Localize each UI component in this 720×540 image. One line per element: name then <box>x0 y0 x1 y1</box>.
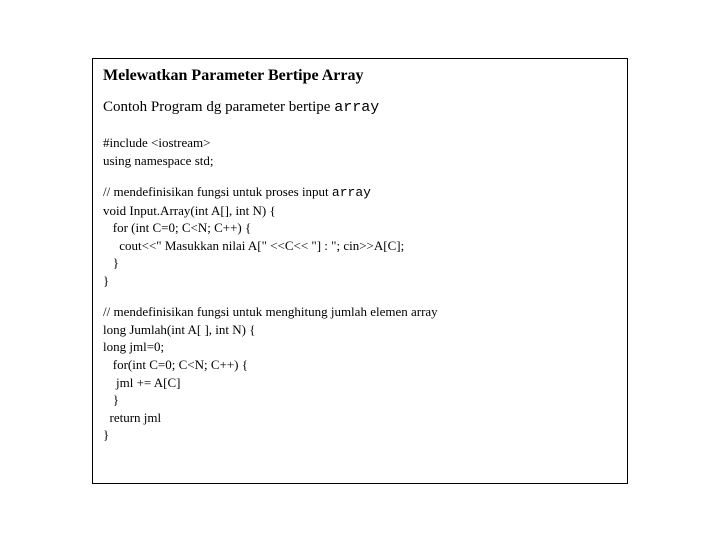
code-line: } <box>103 391 617 409</box>
subtitle-text: Contoh Program dg parameter bertipe <box>103 99 334 115</box>
code-line: long jml=0; <box>103 338 617 356</box>
code-line: // mendefinisikan fungsi untuk proses in… <box>103 183 617 202</box>
slide-subtitle: Contoh Program dg parameter bertipe arra… <box>103 99 617 116</box>
code-line: long Jumlah(int A[ ], int N) { <box>103 321 617 339</box>
code-line: for(int C=0; C<N; C++) { <box>103 356 617 374</box>
code-line: } <box>103 254 617 272</box>
code-block-input-function: // mendefinisikan fungsi untuk proses in… <box>103 183 617 289</box>
comment-mono: array <box>332 185 371 200</box>
slide-frame: Melewatkan Parameter Bertipe Array Conto… <box>92 58 628 484</box>
code-line: return jml <box>103 409 617 427</box>
slide-title: Melewatkan Parameter Bertipe Array <box>103 67 617 85</box>
code-block-sum-function: // mendefinisikan fungsi untuk menghitun… <box>103 303 617 443</box>
code-line: } <box>103 426 617 444</box>
comment-text: // mendefinisikan fungsi untuk proses in… <box>103 184 332 199</box>
code-block-includes: #include <iostream> using namespace std; <box>103 134 617 169</box>
code-line: } <box>103 272 617 290</box>
code-line: using namespace std; <box>103 152 617 170</box>
code-line: jml += A[C] <box>103 374 617 392</box>
code-line: void Input.Array(int A[], int N) { <box>103 202 617 220</box>
code-line: cout<<" Masukkan nilai A[" <<C<< "] : ";… <box>103 237 617 255</box>
code-line: // mendefinisikan fungsi untuk menghitun… <box>103 303 617 321</box>
subtitle-mono: array <box>334 99 379 116</box>
code-line: #include <iostream> <box>103 134 617 152</box>
code-line: for (int C=0; C<N; C++) { <box>103 219 617 237</box>
